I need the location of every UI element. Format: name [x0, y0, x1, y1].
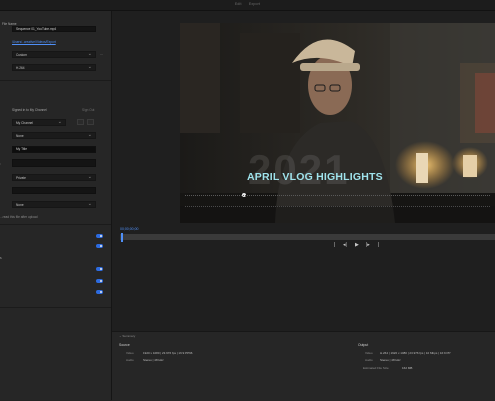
- description-input[interactable]: [12, 159, 96, 167]
- account-label: Signed in to My Channel: [12, 108, 47, 112]
- chevron-down-icon: ⌄: [87, 64, 92, 70]
- filmstrip-dots: [185, 206, 490, 209]
- timecode-display[interactable]: 00;00;00;00: [120, 227, 139, 231]
- description-label: :: [0, 162, 1, 166]
- output-video-value: H.264 | 1920 x 1080 | 23.976 fps | 10 Mb…: [380, 351, 451, 355]
- source-audio-label: Audio: [126, 358, 134, 362]
- source-title: Source: [119, 343, 130, 347]
- summary-header[interactable]: ⌄ Summary: [119, 334, 135, 338]
- year-watermark: 2021: [248, 146, 350, 193]
- title-input[interactable]: My Title: [12, 146, 96, 153]
- summary-panel: [112, 331, 495, 401]
- toggle-switch[interactable]: [96, 290, 103, 294]
- channel-dropdown[interactable]: My Channel ⌄: [12, 119, 66, 126]
- chevron-down-icon: ⌄: [57, 119, 62, 125]
- chevron-down-icon: ⌄: [87, 132, 92, 138]
- format-value: H.264: [16, 66, 25, 70]
- output-title: Output: [358, 343, 369, 347]
- divider: [0, 224, 111, 225]
- video-headline: APRIL VLOG HIGHLIGHTS: [247, 171, 383, 183]
- divider: [0, 80, 111, 81]
- tab-edit[interactable]: Edit: [235, 2, 242, 6]
- toggle-switch[interactable]: [96, 267, 103, 271]
- channel-value: My Channel: [16, 121, 34, 125]
- toggle-switch[interactable]: [96, 234, 103, 238]
- scrub-bar[interactable]: [120, 234, 495, 240]
- playhead[interactable]: [121, 233, 123, 242]
- chevron-down-icon: ⌄: [87, 174, 92, 180]
- playlist-value: None: [16, 134, 24, 138]
- play-button[interactable]: ▶: [355, 242, 359, 248]
- upload-note: ...read this file after upload: [0, 215, 38, 219]
- mark-in-button[interactable]: |: [334, 242, 335, 248]
- preset-more-button[interactable]: ...: [100, 52, 103, 56]
- mark-out-button[interactable]: |: [378, 242, 379, 248]
- output-audio-label: Audio: [365, 358, 373, 362]
- chevron-down-icon: ⌄: [87, 51, 92, 57]
- privacy-value: Private: [16, 176, 26, 180]
- chevron-down-icon: ⌄: [87, 201, 92, 207]
- output-size-label: Estimated File Size: [363, 366, 389, 370]
- file-name-input[interactable]: Sequence 01_YouTube.mp4: [12, 26, 96, 32]
- section-label: s: [0, 256, 2, 260]
- step-back-button[interactable]: ◂|: [343, 242, 347, 248]
- output-audio-value: Stereo | 48 kHz: [380, 358, 401, 362]
- mode-tabs: Edit Export: [0, 2, 495, 6]
- preset-value: Custom: [16, 53, 27, 57]
- add-channel-button[interactable]: [77, 119, 84, 125]
- privacy-dropdown[interactable]: Private ⌄: [12, 174, 96, 181]
- toggle-switch[interactable]: [96, 279, 103, 283]
- location-link[interactable]: /Users/..creative/Videos/Export: [12, 40, 56, 44]
- category-dropdown[interactable]: None ⌄: [12, 201, 96, 208]
- source-video-value: 1920 x 1080 | 23.976 fps | 16:9 PP96: [143, 351, 193, 355]
- step-forward-button[interactable]: |▸: [366, 242, 370, 248]
- category-value: None: [16, 203, 24, 207]
- title-bar: Edit Export: [0, 0, 495, 11]
- output-size-value: 162 MB: [402, 366, 413, 370]
- preset-dropdown[interactable]: Custom ⌄: [12, 51, 96, 58]
- video-preview-frame[interactable]: 2021 APRIL VLOG HIGHLIGHTS: [180, 23, 495, 223]
- tab-export[interactable]: Export: [249, 2, 260, 6]
- source-video-label: Video: [126, 351, 134, 355]
- sign-out-button[interactable]: Sign Out: [82, 108, 94, 112]
- format-dropdown[interactable]: H.264 ⌄: [12, 64, 96, 71]
- toggle-switch[interactable]: [96, 244, 103, 248]
- output-video-label: Video: [365, 351, 373, 355]
- remove-channel-button[interactable]: [87, 119, 94, 125]
- tags-input[interactable]: [12, 187, 96, 194]
- source-audio-value: Stereo | 48 kHz: [143, 358, 164, 362]
- divider: [0, 307, 111, 308]
- playlist-dropdown[interactable]: None ⌄: [12, 132, 96, 139]
- summary-title: Summary: [122, 334, 136, 338]
- filmstrip-dots: [185, 195, 490, 198]
